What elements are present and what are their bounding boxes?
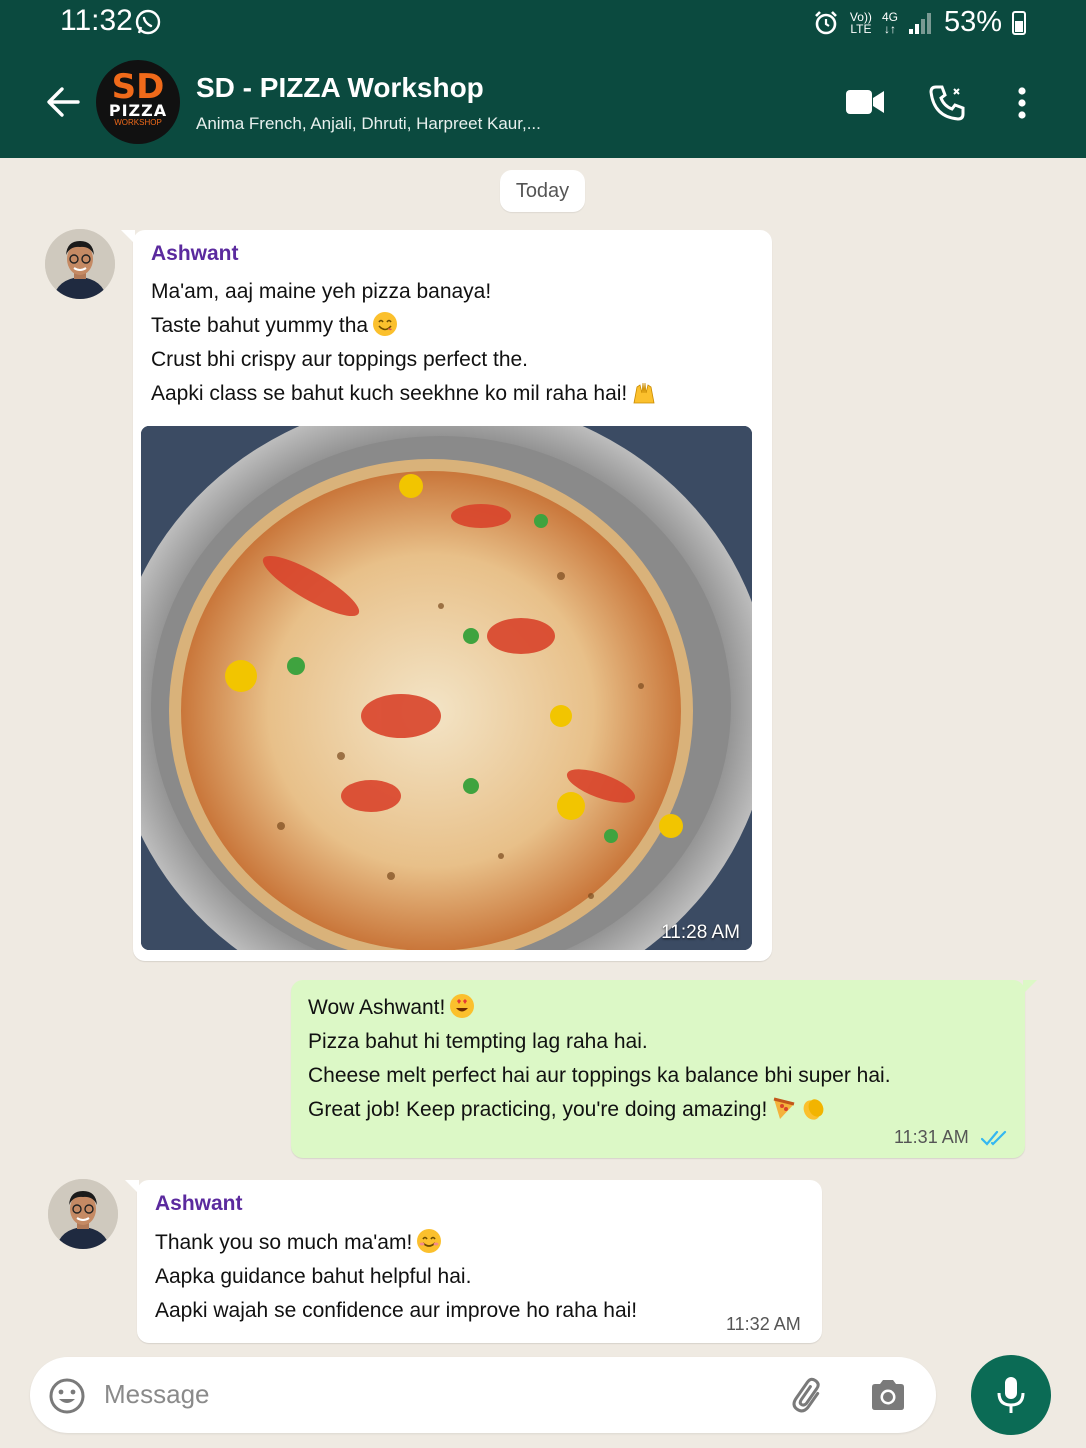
back-arrow-icon[interactable] (42, 82, 82, 122)
signal-icon (908, 12, 931, 34)
message-text: Ma'am, aaj maine yeh pizza banaya! (151, 280, 492, 303)
incoming-message[interactable]: Ashwant Ma'am, aaj maine yeh pizza banay… (121, 230, 772, 961)
chat-title[interactable]: SD - PIZZA Workshop (196, 72, 484, 104)
network-type: 4G ↓↑ (881, 9, 898, 36)
sender-avatar[interactable] (48, 1179, 118, 1249)
message-text: Aapki wajah se confidence aur improve ho… (155, 1299, 638, 1322)
message-text: Crust bhi crispy aur toppings perfect th… (151, 348, 529, 371)
message-text: Aapki class se bahut kuch seekhne ko mil… (151, 377, 657, 411)
chat-members[interactable]: Anima French, Anjali, Dhruti, Harpreet K… (196, 114, 541, 134)
message-time: 11:32 AM (726, 1314, 801, 1334)
pizza-photo[interactable]: 11:28 AM (141, 426, 752, 950)
more-options-icon[interactable] (1012, 86, 1032, 120)
smiling-face-emoji-icon (373, 312, 398, 336)
heart-eyes-emoji-icon (450, 994, 475, 1018)
emoji-icon[interactable] (48, 1377, 86, 1415)
sender-name[interactable]: Ashwant (155, 1192, 243, 1216)
message-text: Aapka guidance bahut helpful hai. (155, 1265, 472, 1288)
status-time: 11:32 (60, 4, 133, 37)
app-header: 11:32 Vo)) LTE 4G ↓↑ 53% SD PIZZA WORKSH… (0, 0, 1086, 158)
outgoing-message[interactable]: Wow Ashwant! Pizza bahut hi tempting lag… (291, 980, 1037, 1158)
group-avatar[interactable]: SD PIZZA WORKSHOP (96, 60, 180, 144)
smiling-face-emoji-icon (417, 1229, 442, 1253)
alarm-icon (815, 10, 837, 34)
message-text: Thank you so much ma'am! (155, 1226, 637, 1260)
date-separator: Today (500, 170, 585, 212)
mic-button[interactable] (971, 1355, 1051, 1435)
read-receipt-icon (981, 1130, 1007, 1146)
clapping-hands-emoji-icon (803, 1099, 824, 1120)
battery-percent: 53% (943, 6, 1002, 38)
pizza-emoji-icon (773, 1097, 795, 1119)
raising-hands-emoji-icon (633, 382, 655, 404)
message-time: 11:28 AM (661, 922, 740, 943)
message-text: Great job! Keep practicing, you're doing… (308, 1093, 891, 1127)
video-call-icon[interactable] (845, 88, 885, 116)
message-text: Taste bahut yummy tha (151, 309, 657, 343)
voice-call-icon[interactable] (928, 84, 966, 122)
message-time: 11:31 AM (894, 1127, 969, 1147)
sender-avatar[interactable] (45, 229, 115, 299)
message-text: Pizza bahut hi tempting lag raha hai. (308, 1030, 648, 1053)
whatsapp-notification-icon (135, 9, 161, 35)
message-text: Cheese melt perfect hai aur toppings ka … (308, 1064, 891, 1087)
message-composer[interactable]: Message (30, 1357, 936, 1433)
battery-icon (1012, 10, 1026, 35)
status-icons: Vo)) LTE 4G ↓↑ 53% (812, 6, 1026, 39)
volte-indicator: Vo)) LTE (849, 9, 872, 36)
message-text: Wow Ashwant! (308, 991, 891, 1025)
message-input[interactable]: Message (104, 1379, 210, 1410)
attach-icon[interactable] (790, 1377, 828, 1415)
camera-icon[interactable] (869, 1377, 907, 1413)
incoming-message[interactable]: Ashwant Thank you so much ma'am! Aapka g… (125, 1180, 822, 1343)
sender-name[interactable]: Ashwant (151, 242, 239, 266)
mic-icon (997, 1377, 1025, 1413)
pizza-image (141, 426, 752, 950)
